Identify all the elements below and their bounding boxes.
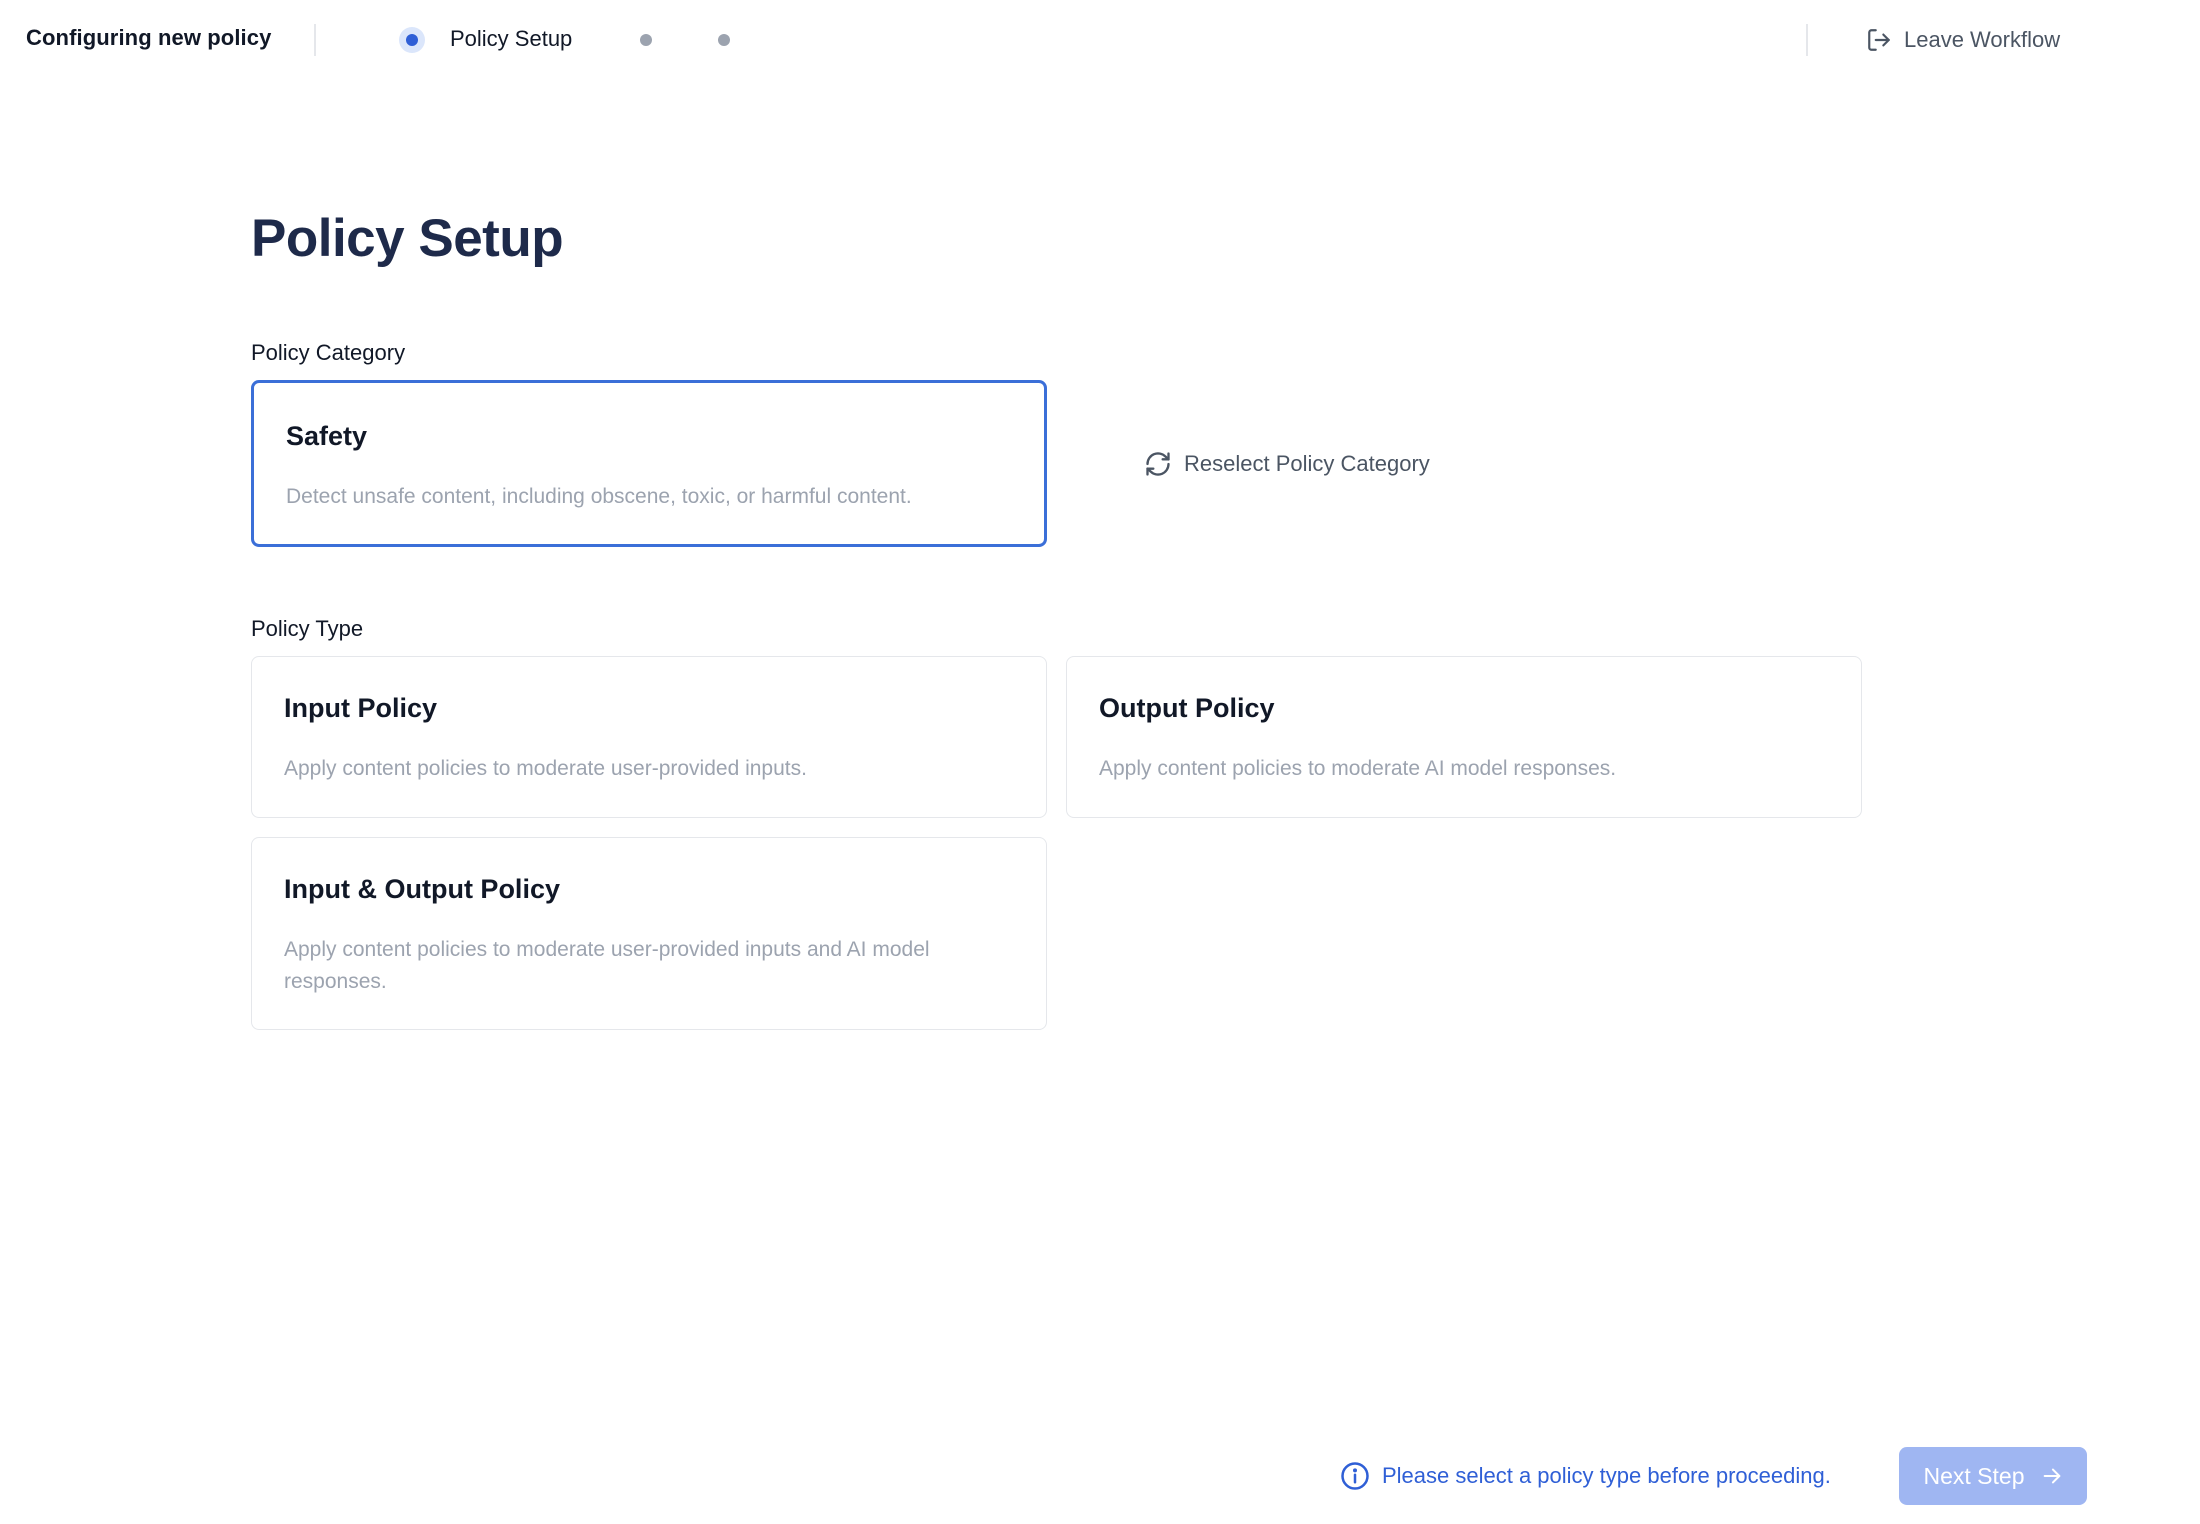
divider — [1806, 24, 1808, 56]
step-indicator-2 — [640, 34, 652, 46]
validation-hint-text: Please select a policy type before proce… — [1382, 1463, 1831, 1488]
info-icon — [1341, 1462, 1369, 1490]
category-card-description: Detect unsafe content, including obscene… — [286, 485, 912, 508]
policy-type-description: Apply content policies to moderate user-… — [284, 757, 807, 780]
step-label-policy-setup: Policy Setup — [450, 26, 573, 51]
next-step-label: Next Step — [1923, 1462, 2025, 1489]
arrow-right-icon — [2043, 1468, 2060, 1484]
policy-type-description: Apply content policies to moderate user-… — [284, 938, 930, 993]
policy-type-title: Output Policy — [1099, 693, 1275, 723]
policy-type-card-input-output[interactable]: Input & Output Policy Apply content poli… — [251, 837, 1047, 1030]
leave-workflow-label: Leave Workflow — [1904, 27, 2061, 52]
divider — [314, 24, 316, 56]
reselect-category-button[interactable]: Reselect Policy Category — [1144, 446, 1430, 482]
top-bar: Configuring new policy Policy Setup Leav… — [0, 0, 2200, 80]
reselect-label: Reselect Policy Category — [1184, 451, 1430, 476]
step-indicator-active — [399, 27, 425, 53]
policy-type-card-output[interactable]: Output Policy Apply content policies to … — [1066, 656, 1862, 818]
validation-hint: Please select a policy type before proce… — [1340, 1458, 1831, 1494]
step-indicator-3 — [718, 34, 730, 46]
log-out-icon — [1868, 29, 1890, 51]
policy-type-label: Policy Type — [251, 616, 364, 641]
leave-workflow-button[interactable]: Leave Workflow — [1866, 18, 2060, 62]
policy-type-card-input[interactable]: Input Policy Apply content policies to m… — [251, 656, 1047, 818]
category-card-title: Safety — [286, 421, 368, 451]
policy-type-title: Input & Output Policy — [284, 874, 560, 904]
page-title: Policy Setup — [251, 209, 564, 268]
policy-type-title: Input Policy — [284, 693, 438, 723]
policy-category-label: Policy Category — [251, 340, 406, 365]
workflow-title: Configuring new policy — [26, 25, 272, 50]
next-step-button[interactable]: Next Step — [1899, 1447, 2087, 1505]
refresh-icon — [1146, 452, 1170, 476]
policy-type-description: Apply content policies to moderate AI mo… — [1099, 757, 1617, 780]
category-card-safety[interactable]: Safety Detect unsafe content, including … — [251, 380, 1047, 547]
